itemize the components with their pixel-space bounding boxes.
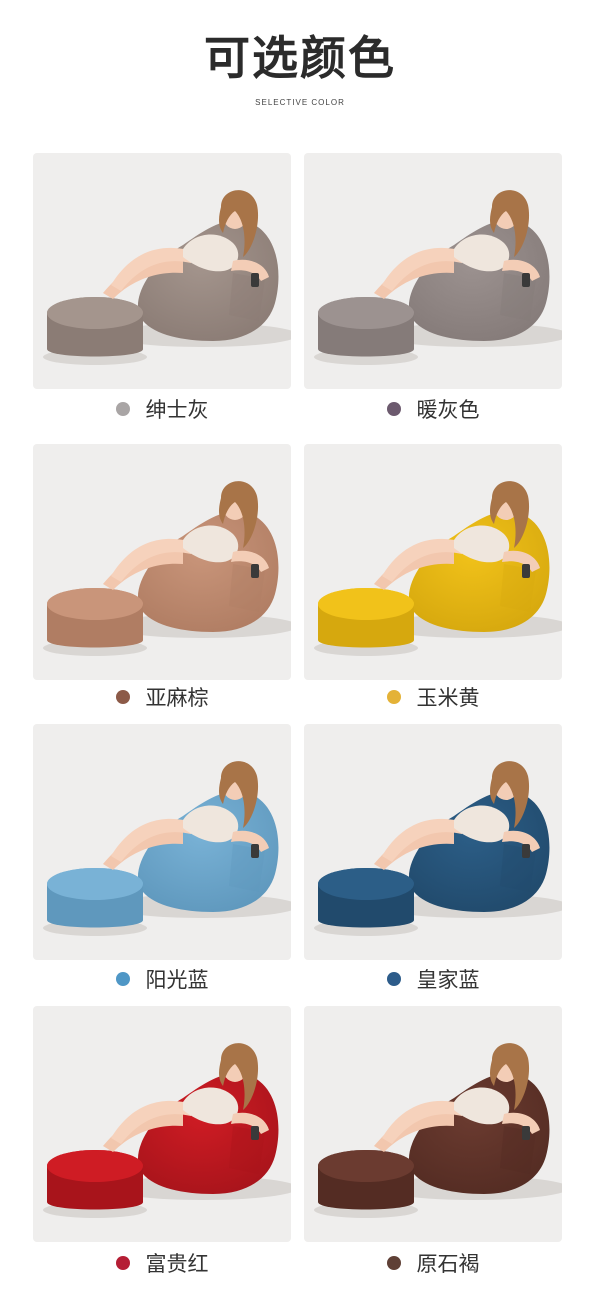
color-swatch-dot bbox=[386, 690, 401, 704]
color-option-label: 富贵红 bbox=[145, 1252, 209, 1276]
color-option-image[interactable] bbox=[304, 1006, 562, 1242]
color-option-label: 绅士灰 bbox=[145, 398, 209, 422]
color-option-label: 原石褐 bbox=[416, 1252, 480, 1276]
color-option-label: 玉米黄 bbox=[416, 686, 480, 710]
color-option-image[interactable] bbox=[304, 444, 562, 680]
color-swatch-dot bbox=[386, 402, 401, 416]
color-option-label: 皇家蓝 bbox=[416, 968, 480, 992]
color-option-image[interactable] bbox=[304, 153, 562, 389]
color-option-caption[interactable]: 玉米黄 bbox=[304, 682, 562, 712]
color-option-label: 阳光蓝 bbox=[145, 968, 209, 992]
color-option-image[interactable] bbox=[33, 724, 291, 960]
color-swatch-dot bbox=[386, 1256, 401, 1270]
color-option-caption[interactable]: 原石褐 bbox=[304, 1248, 562, 1278]
color-option-image[interactable] bbox=[33, 153, 291, 389]
color-swatch-dot bbox=[115, 972, 130, 986]
color-option-caption[interactable]: 皇家蓝 bbox=[304, 964, 562, 994]
color-option-caption[interactable]: 阳光蓝 bbox=[33, 964, 291, 994]
color-option-caption[interactable]: 暖灰色 bbox=[304, 394, 562, 424]
color-option-caption[interactable]: 富贵红 bbox=[33, 1248, 291, 1278]
color-option-label: 暖灰色 bbox=[416, 398, 480, 422]
color-option-label: 亚麻棕 bbox=[145, 686, 209, 710]
color-swatch-dot bbox=[115, 1256, 130, 1270]
color-option-image[interactable] bbox=[33, 1006, 291, 1242]
color-swatch-dot bbox=[115, 690, 130, 704]
color-option-image[interactable] bbox=[304, 724, 562, 960]
color-swatch-dot bbox=[386, 972, 401, 986]
color-option-caption[interactable]: 绅士灰 bbox=[33, 394, 291, 424]
color-swatch-dot bbox=[115, 402, 130, 416]
color-option-caption[interactable]: 亚麻棕 bbox=[33, 682, 291, 712]
color-options-grid: 绅士灰 暖灰色 亚麻棕 玉米黄 阳光蓝 皇家蓝 富贵红 原石褐 bbox=[0, 0, 600, 1310]
color-option-image[interactable] bbox=[33, 444, 291, 680]
